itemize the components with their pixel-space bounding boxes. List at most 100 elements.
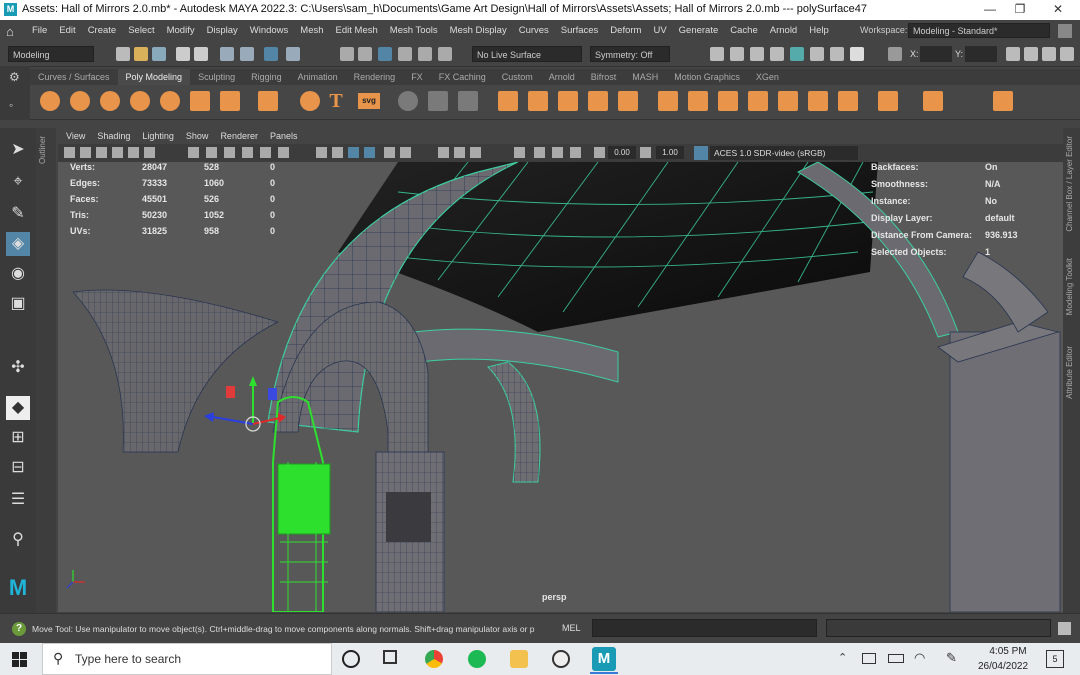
chrome-icon[interactable] [425, 650, 443, 668]
lights-icon[interactable] [384, 147, 395, 158]
poly-disc-icon[interactable] [220, 91, 240, 111]
select-by-component-icon[interactable] [264, 47, 278, 61]
notification-center-icon[interactable]: 5 [1046, 650, 1064, 668]
snap-curve-icon[interactable] [358, 47, 372, 61]
transform-mode-icon[interactable] [888, 47, 902, 61]
bevel-icon[interactable] [688, 91, 708, 111]
menu-select[interactable]: Select [122, 20, 160, 42]
gamma-field[interactable]: 1.00 [656, 146, 684, 159]
film-gate-icon[interactable] [206, 147, 217, 158]
maximize-button[interactable]: ❐ [1005, 2, 1035, 16]
shelf-tab-poly-modeling[interactable]: Poly Modeling [117, 69, 191, 85]
platonic-solid-icon[interactable] [258, 91, 278, 111]
safe-action-icon[interactable] [278, 147, 289, 158]
arnold-render-icon[interactable] [810, 47, 824, 61]
menu-mesh-tools[interactable]: Mesh Tools [384, 20, 444, 42]
two-view-layout-icon[interactable]: ⊟ [6, 456, 30, 480]
field-chart-icon[interactable] [260, 147, 271, 158]
channel-box-icon[interactable] [1060, 47, 1074, 61]
menu-windows[interactable]: Windows [244, 20, 295, 42]
history-icon[interactable] [438, 47, 452, 61]
arnold-ipr-icon[interactable] [830, 47, 844, 61]
minimize-button[interactable]: — [975, 2, 1005, 16]
scale-tool-icon[interactable]: ▣ [6, 292, 30, 316]
taskbar-search-box[interactable]: ⚲ Type here to search [42, 643, 332, 675]
attribute-editor-icon[interactable] [1042, 47, 1056, 61]
live-surface-field[interactable]: No Live Surface [472, 46, 582, 62]
multi-cut-icon[interactable] [778, 91, 798, 111]
color-space-dropdown[interactable]: ACES 1.0 SDR-video (sRGB) [710, 146, 858, 160]
combine-icon[interactable] [428, 91, 448, 111]
exposure-icon[interactable] [594, 147, 605, 158]
snap-grid-icon[interactable] [340, 47, 354, 61]
battery-icon[interactable] [888, 654, 904, 663]
panel-menu-shading[interactable]: Shading [91, 129, 136, 144]
y-field[interactable] [965, 46, 997, 62]
spotify-icon[interactable] [468, 650, 486, 668]
motion-blur-icon[interactable] [454, 147, 465, 158]
menu-create[interactable]: Create [82, 20, 123, 42]
svg-tool-icon[interactable]: svg [358, 93, 380, 109]
wifi-icon[interactable]: ◠ [914, 650, 925, 666]
shelf-tab-sculpting[interactable]: Sculpting [190, 69, 243, 85]
gate-mask-icon[interactable] [242, 147, 253, 158]
mode-dropdown[interactable]: Modeling [8, 46, 94, 62]
menu-mesh[interactable]: Mesh [294, 20, 329, 42]
menu-cache[interactable]: Cache [724, 20, 763, 42]
open-scene-icon[interactable] [134, 47, 148, 61]
save-scene-icon[interactable] [152, 47, 166, 61]
select-mask-icon[interactable] [286, 47, 300, 61]
shelf-tab-mash[interactable]: MASH [624, 69, 666, 85]
poly-cube-icon[interactable] [70, 91, 90, 111]
view-transform-icon[interactable] [694, 146, 708, 160]
render-view-icon[interactable] [710, 47, 724, 61]
extract-icon[interactable] [528, 91, 548, 111]
menu-surfaces[interactable]: Surfaces [555, 20, 605, 42]
select-by-object-icon[interactable] [240, 47, 254, 61]
menu-mesh-display[interactable]: Mesh Display [444, 20, 513, 42]
sphere-sculpt-icon[interactable] [398, 91, 418, 111]
render-current-icon[interactable] [730, 47, 744, 61]
undo-icon[interactable] [176, 47, 190, 61]
snap-view-plane-icon[interactable] [398, 47, 412, 61]
grid-icon[interactable] [188, 147, 199, 158]
delete-edge-icon[interactable] [993, 91, 1013, 111]
selected-window-panel[interactable] [277, 463, 331, 535]
target-weld-icon[interactable] [808, 91, 828, 111]
shelf-tab-custom[interactable]: Custom [494, 69, 541, 85]
sidebar-toggle-icon[interactable] [1006, 47, 1020, 61]
shelf-tab-fx-caching[interactable]: FX Caching [431, 69, 494, 85]
xray-joints-icon[interactable] [552, 147, 563, 158]
menu-file[interactable]: File [26, 20, 53, 42]
shelf-settings-icon[interactable]: ⚙ [9, 70, 20, 84]
textured-icon[interactable] [364, 147, 375, 158]
wireframe-icon[interactable] [316, 147, 327, 158]
paint-select-icon[interactable]: ✎ [6, 202, 30, 226]
shelf-menu-icon[interactable]: ◦ [9, 98, 13, 112]
shelf-tab-motion-graphics[interactable]: Motion Graphics [666, 69, 748, 85]
hypershade-icon[interactable] [790, 47, 804, 61]
shelf-tab-animation[interactable]: Animation [290, 69, 346, 85]
attribute-editor-tab[interactable]: Attribute Editor [1065, 346, 1074, 399]
menu-uv[interactable]: UV [647, 20, 672, 42]
wireframe-on-shaded-icon[interactable] [348, 147, 359, 158]
menu-display[interactable]: Display [201, 20, 244, 42]
select-tool-icon[interactable]: ➤ [6, 138, 30, 162]
xray-active-icon[interactable] [570, 147, 581, 158]
menu-generate[interactable]: Generate [673, 20, 725, 42]
shelf-tab-bifrost[interactable]: Bifrost [583, 69, 625, 85]
fill-hole-icon[interactable] [748, 91, 768, 111]
poly-cone-icon[interactable] [130, 91, 150, 111]
script-editor-icon[interactable] [1058, 622, 1071, 635]
mel-command-input[interactable] [592, 619, 817, 637]
panel-menu-view[interactable]: View [60, 129, 91, 144]
shelf-tab-rigging[interactable]: Rigging [243, 69, 290, 85]
snap-live-icon[interactable] [418, 47, 432, 61]
render-settings-icon[interactable] [770, 47, 784, 61]
camera-attributes-icon[interactable] [80, 147, 91, 158]
smooth-icon[interactable] [498, 91, 518, 111]
crease-icon[interactable] [878, 91, 898, 111]
new-scene-icon[interactable] [116, 47, 130, 61]
smooth-shade-icon[interactable] [332, 147, 343, 158]
four-view-layout-icon[interactable]: ⊞ [6, 426, 30, 450]
